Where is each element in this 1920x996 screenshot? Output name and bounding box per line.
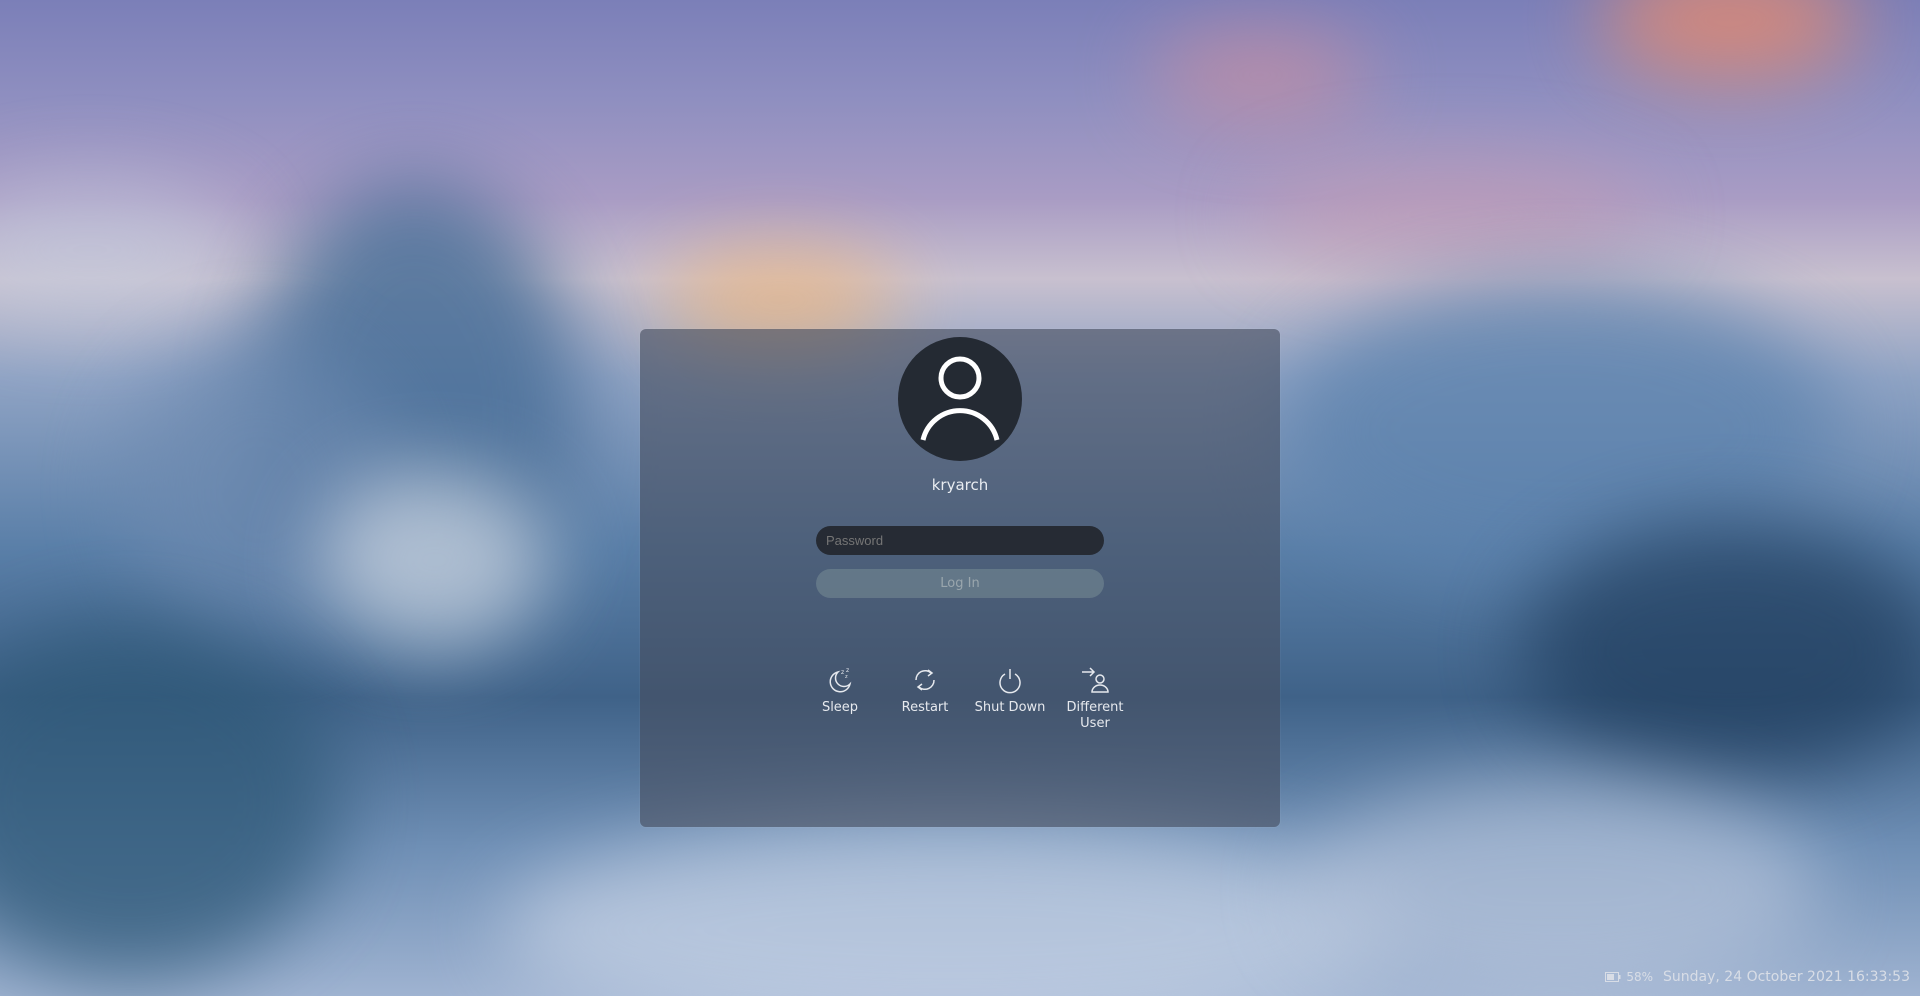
different-user-label: Different User [1066, 700, 1124, 731]
shutdown-label: Shut Down [974, 700, 1046, 715]
shutdown-button[interactable]: Shut Down [970, 662, 1050, 716]
login-button[interactable]: Log In [816, 569, 1104, 598]
power-actions: z z z Sleep Restart Shut Down Different … [800, 662, 1124, 742]
user-icon [920, 356, 1000, 441]
sleep-button[interactable]: z z z Sleep [800, 662, 880, 716]
svg-text:z: z [841, 669, 844, 676]
restart-label: Restart [901, 700, 949, 715]
restart-icon [915, 669, 935, 691]
switch-user-icon [1082, 667, 1109, 693]
battery-indicator: 58% [1605, 970, 1653, 984]
username-label: kryarch [931, 476, 989, 494]
password-input[interactable] [816, 526, 1104, 555]
restart-button[interactable]: Restart [885, 662, 965, 716]
sleep-icon: z z z [829, 667, 852, 693]
battery-percent: 58% [1626, 970, 1654, 984]
svg-text:z: z [846, 667, 849, 674]
different-user-button[interactable]: Different User [1055, 662, 1135, 732]
battery-icon [1605, 972, 1621, 982]
sleep-label: Sleep [821, 700, 859, 715]
datetime-label: Sunday, 24 October 2021 16:33:53 [1663, 969, 1910, 985]
status-bar: 58% Sunday, 24 October 2021 16:33:53 [1605, 968, 1910, 986]
user-avatar [898, 337, 1022, 461]
power-icon [999, 669, 1021, 694]
svg-text:z: z [845, 674, 848, 680]
